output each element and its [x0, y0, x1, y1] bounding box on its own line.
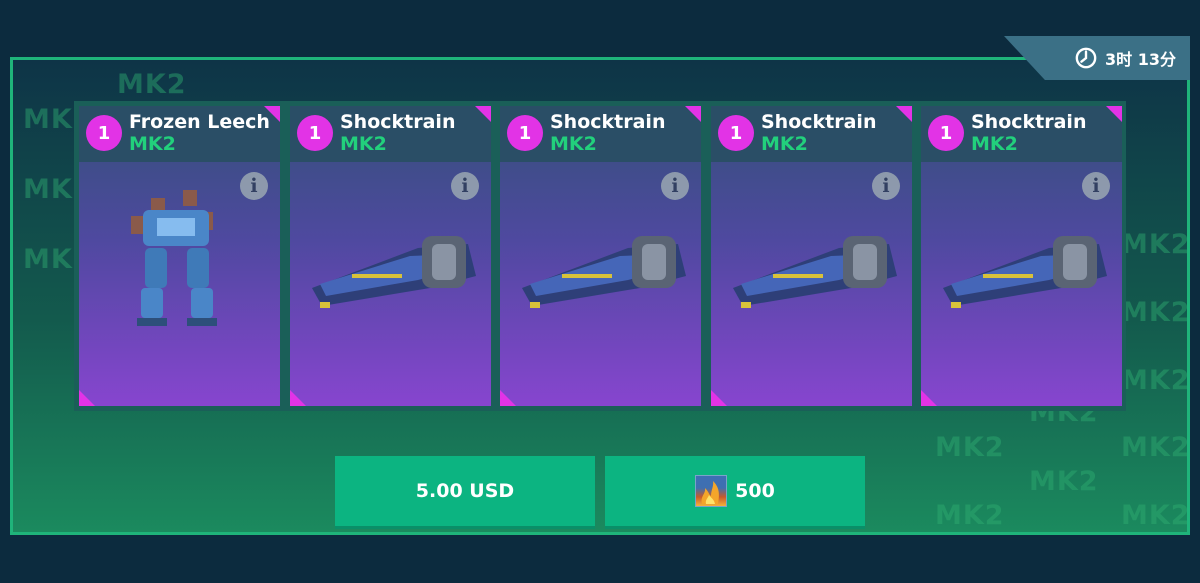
item-level: MK2 [761, 133, 808, 155]
rarity-corner [685, 106, 701, 122]
mk2-watermark: MK2 [1121, 229, 1190, 260]
buy-usd-label: 5.00 USD [415, 480, 515, 502]
rarity-corner [896, 106, 912, 122]
weapon-image [312, 236, 476, 308]
item-card-shocktrain[interactable]: 1 Shocktrain MK2 i [290, 106, 491, 406]
item-card-shocktrain[interactable]: 1 Shocktrain MK2 i [921, 106, 1122, 406]
currency-amount: 500 [735, 480, 775, 502]
robot-image [131, 190, 217, 326]
item-name: Shocktrain [761, 111, 877, 133]
item-level: MK2 [340, 133, 387, 155]
buy-usd-button[interactable]: 5.00 USD [335, 456, 595, 529]
rarity-corner [921, 390, 937, 406]
item-card-shocktrain[interactable]: 1 Shocktrain MK2 i [500, 106, 701, 406]
rarity-corner [475, 106, 491, 122]
item-name: Shocktrain [971, 111, 1087, 133]
weapon-image [733, 236, 897, 308]
item-count-badge: 1 [928, 115, 964, 151]
item-name: Frozen Leech [129, 111, 270, 133]
mk2-watermark: MK2 [935, 432, 1005, 463]
weapon-image [943, 236, 1107, 308]
mk2-watermark: MK2 [117, 69, 187, 100]
item-count-badge: 1 [718, 115, 754, 151]
mk2-watermark: MK2 [1121, 432, 1190, 463]
rarity-corner [1106, 106, 1122, 122]
mk2-watermark: MK2 [1121, 365, 1190, 396]
item-count-badge: 1 [86, 115, 122, 151]
timer-text: 3时 13分 [1104, 50, 1176, 69]
rarity-corner [290, 390, 306, 406]
buy-currency-button[interactable]: 500 [605, 456, 865, 529]
rarity-corner [79, 390, 95, 406]
item-card-frozen-leech[interactable]: 1 Frozen Leech MK2 i [79, 106, 280, 406]
item-card-shocktrain[interactable]: 1 Shocktrain MK2 i [711, 106, 912, 406]
mk2-watermark: MK2 [1029, 466, 1099, 497]
fire-currency-icon [695, 475, 728, 507]
item-name: Shocktrain [340, 111, 456, 133]
item-level: MK2 [971, 133, 1018, 155]
mk2-watermark: MK2 [1121, 500, 1190, 531]
item-name: Shocktrain [550, 111, 666, 133]
rarity-corner [500, 390, 516, 406]
timer-clock-icon [1075, 47, 1097, 69]
weapon-image [522, 236, 686, 308]
mk2-watermark: MK2 [1121, 297, 1190, 328]
item-count-badge: 1 [507, 115, 543, 151]
mk2-watermark: MK2 [935, 500, 1005, 531]
item-level: MK2 [550, 133, 597, 155]
rarity-corner [711, 390, 727, 406]
item-count-badge: 1 [297, 115, 333, 151]
item-level: MK2 [129, 133, 176, 155]
